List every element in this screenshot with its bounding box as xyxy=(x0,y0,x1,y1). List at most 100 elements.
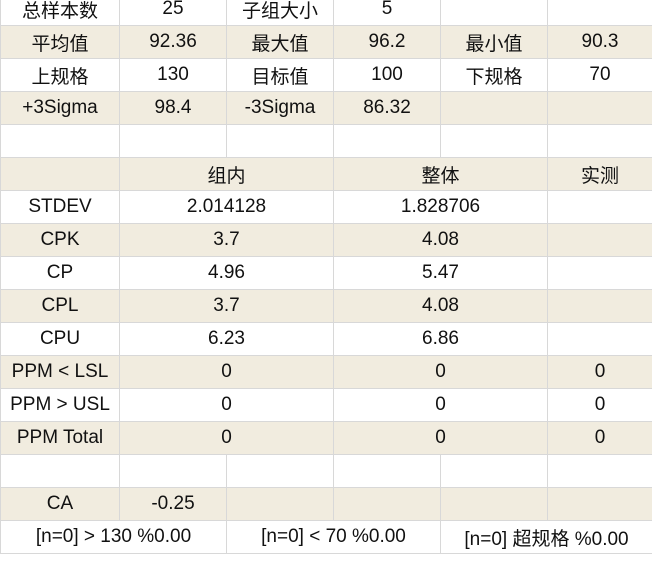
cell-empty[interactable] xyxy=(440,124,548,158)
cell-target-label[interactable]: 目标值 xyxy=(226,58,334,92)
cell-empty[interactable] xyxy=(547,454,652,488)
cell-empty[interactable] xyxy=(547,124,652,158)
cell-plus3sigma-label[interactable]: +3Sigma xyxy=(0,91,120,125)
capability-row-ppm-lsl: PPM < LSL 0 0 0 xyxy=(0,355,652,389)
cell-cpl-within[interactable]: 3.7 xyxy=(119,289,334,323)
cell-usl-label[interactable]: 上规格 xyxy=(0,58,120,92)
cell-subgroup-size-label[interactable]: 子组大小 xyxy=(226,0,334,26)
spacer-row xyxy=(0,124,652,158)
cell-cp-overall[interactable]: 5.47 xyxy=(333,256,548,290)
process-capability-table: 总样本数 25 子组大小 5 平均值 92.36 最大值 96.2 最小值 90… xyxy=(0,0,652,554)
cell-empty[interactable] xyxy=(333,124,441,158)
cell-ppm-usl-actual[interactable]: 0 xyxy=(547,388,652,422)
cell-plus3sigma-value[interactable]: 98.4 xyxy=(119,91,227,125)
cell-cp-actual[interactable] xyxy=(547,256,652,290)
cell-ppm-total-overall[interactable]: 0 xyxy=(333,421,548,455)
cell-min-value[interactable]: 90.3 xyxy=(547,25,652,59)
cell-cp-label[interactable]: CP xyxy=(0,256,120,290)
cell-stdev-actual[interactable] xyxy=(547,190,652,224)
summary-row-sample-count: 总样本数 25 子组大小 5 xyxy=(0,0,652,26)
cell-ppm-lsl-overall[interactable]: 0 xyxy=(333,355,548,389)
cell-sample-count-label[interactable]: 总样本数 xyxy=(0,0,120,26)
cell-ppm-usl-overall[interactable]: 0 xyxy=(333,388,548,422)
cell-cpk-overall[interactable]: 4.08 xyxy=(333,223,548,257)
capability-row-cpl: CPL 3.7 4.08 xyxy=(0,289,652,323)
cell-cpu-actual[interactable] xyxy=(547,322,652,356)
cell-empty[interactable] xyxy=(333,487,441,521)
summary-row-spec-limits: 上规格 130 目标值 100 下规格 70 xyxy=(0,58,652,92)
cell-cpl-overall[interactable]: 4.08 xyxy=(333,289,548,323)
cell-ppm-total-actual[interactable]: 0 xyxy=(547,421,652,455)
cell-stdev-label[interactable]: STDEV xyxy=(0,190,120,224)
cell-empty[interactable] xyxy=(440,487,548,521)
cell-ppm-lsl-within[interactable]: 0 xyxy=(119,355,334,389)
cell-cp-within[interactable]: 4.96 xyxy=(119,256,334,290)
cell-ppm-lsl-actual[interactable]: 0 xyxy=(547,355,652,389)
cell-cpu-within[interactable]: 6.23 xyxy=(119,322,334,356)
cell-empty[interactable] xyxy=(547,0,652,26)
cell-sample-count-value[interactable]: 25 xyxy=(119,0,227,26)
cell-ppm-total-label[interactable]: PPM Total xyxy=(0,421,120,455)
cell-cpk-label[interactable]: CPK xyxy=(0,223,120,257)
cell-empty[interactable] xyxy=(440,0,548,26)
cell-under-lsl[interactable]: [n=0] < 70 %0.00 xyxy=(226,520,441,554)
cell-out-of-spec[interactable]: [n=0] 超规格 %0.00 xyxy=(440,520,652,554)
cell-empty[interactable] xyxy=(333,454,441,488)
cell-stdev-within[interactable]: 2.014128 xyxy=(119,190,334,224)
spacer-row xyxy=(0,454,652,488)
capability-row-stdev: STDEV 2.014128 1.828706 xyxy=(0,190,652,224)
cell-min-label[interactable]: 最小值 xyxy=(440,25,548,59)
capability-row-ppm-usl: PPM > USL 0 0 0 xyxy=(0,388,652,422)
cell-ppm-usl-within[interactable]: 0 xyxy=(119,388,334,422)
summary-row-sigma: +3Sigma 98.4 -3Sigma 86.32 xyxy=(0,91,652,125)
spreadsheet: 总样本数 25 子组大小 5 平均值 92.36 最大值 96.2 最小值 90… xyxy=(0,0,652,568)
cell-empty[interactable] xyxy=(226,454,334,488)
cell-stdev-overall[interactable]: 1.828706 xyxy=(333,190,548,224)
header-overall[interactable]: 整体 xyxy=(333,157,548,191)
cell-lsl-label[interactable]: 下规格 xyxy=(440,58,548,92)
cell-empty[interactable] xyxy=(226,487,334,521)
header-actual[interactable]: 实测 xyxy=(547,157,652,191)
cell-empty[interactable] xyxy=(440,454,548,488)
cell-ca-label[interactable]: CA xyxy=(0,487,120,521)
cell-cpl-label[interactable]: CPL xyxy=(0,289,120,323)
summary-row-mean: 平均值 92.36 最大值 96.2 最小值 90.3 xyxy=(0,25,652,59)
cell-ppm-total-within[interactable]: 0 xyxy=(119,421,334,455)
cell-ppm-lsl-label[interactable]: PPM < LSL xyxy=(0,355,120,389)
cell-target-value[interactable]: 100 xyxy=(333,58,441,92)
cell-empty[interactable] xyxy=(119,454,227,488)
footer-row: [n=0] > 130 %0.00 [n=0] < 70 %0.00 [n=0]… xyxy=(0,520,652,554)
cell-minus3sigma-value[interactable]: 86.32 xyxy=(333,91,441,125)
cell-empty[interactable] xyxy=(547,487,652,521)
header-within[interactable]: 组内 xyxy=(119,157,334,191)
cell-ppm-usl-label[interactable]: PPM > USL xyxy=(0,388,120,422)
cell-ca-value[interactable]: -0.25 xyxy=(119,487,227,521)
capability-row-cpk: CPK 3.7 4.08 xyxy=(0,223,652,257)
ca-row: CA -0.25 xyxy=(0,487,652,521)
cell-over-usl[interactable]: [n=0] > 130 %0.00 xyxy=(0,520,227,554)
cell-empty[interactable] xyxy=(119,124,227,158)
capability-row-cpu: CPU 6.23 6.86 xyxy=(0,322,652,356)
cell-subgroup-size-value[interactable]: 5 xyxy=(333,0,441,26)
cell-cpl-actual[interactable] xyxy=(547,289,652,323)
cell-mean-label[interactable]: 平均值 xyxy=(0,25,120,59)
cell-usl-value[interactable]: 130 xyxy=(119,58,227,92)
cell-empty[interactable] xyxy=(0,124,120,158)
capability-row-ppm-total: PPM Total 0 0 0 xyxy=(0,421,652,455)
capability-header-row: 组内 整体 实测 xyxy=(0,157,652,191)
capability-row-cp: CP 4.96 5.47 xyxy=(0,256,652,290)
cell-empty[interactable] xyxy=(547,91,652,125)
cell-mean-value[interactable]: 92.36 xyxy=(119,25,227,59)
cell-minus3sigma-label[interactable]: -3Sigma xyxy=(226,91,334,125)
cell-cpu-overall[interactable]: 6.86 xyxy=(333,322,548,356)
cell-header-blank[interactable] xyxy=(0,157,120,191)
cell-empty[interactable] xyxy=(440,91,548,125)
cell-max-label[interactable]: 最大值 xyxy=(226,25,334,59)
cell-empty[interactable] xyxy=(0,454,120,488)
cell-cpk-actual[interactable] xyxy=(547,223,652,257)
cell-cpu-label[interactable]: CPU xyxy=(0,322,120,356)
cell-cpk-within[interactable]: 3.7 xyxy=(119,223,334,257)
cell-empty[interactable] xyxy=(226,124,334,158)
cell-max-value[interactable]: 96.2 xyxy=(333,25,441,59)
cell-lsl-value[interactable]: 70 xyxy=(547,58,652,92)
